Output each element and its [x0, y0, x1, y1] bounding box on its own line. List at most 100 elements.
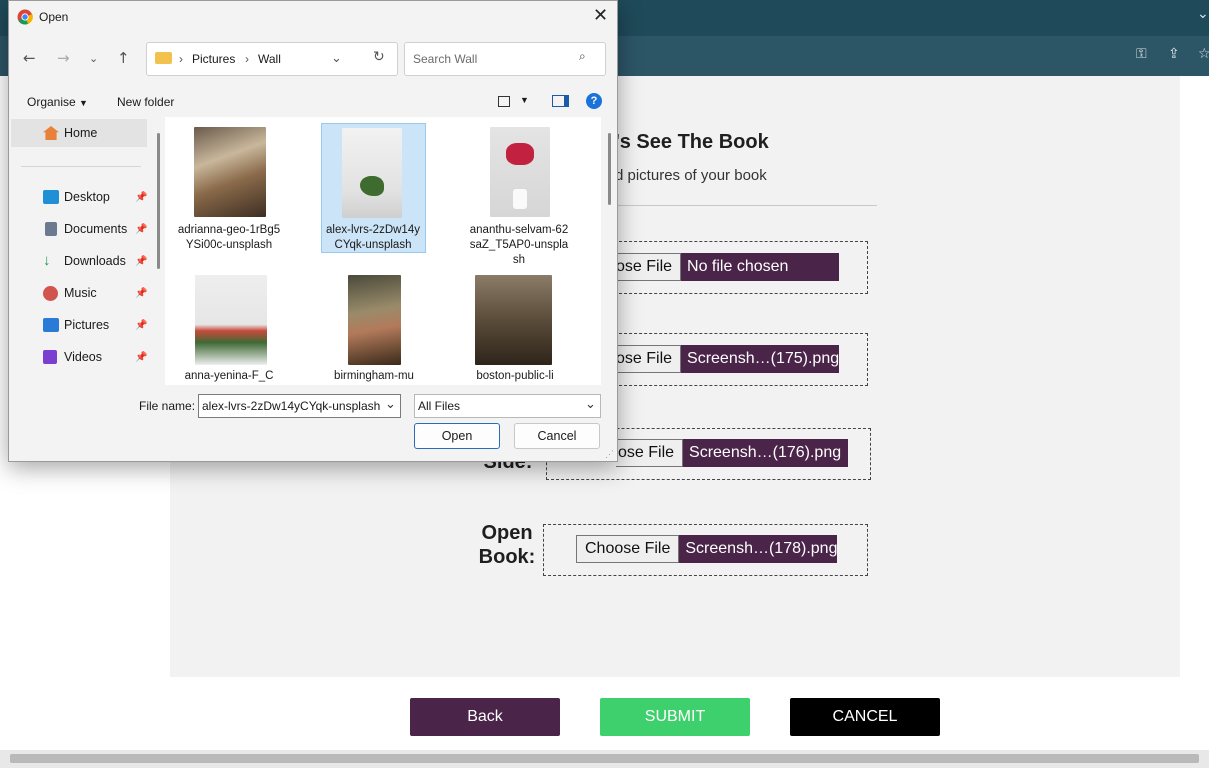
sidebar-item-music[interactable]: Music 📌 — [11, 279, 147, 307]
address-dropdown-icon[interactable]: ⌄ — [331, 50, 342, 66]
up-arrow-icon[interactable]: ↑ — [117, 49, 130, 67]
file-type-value: All Files — [418, 399, 461, 413]
form-subheading: d pictures of your book — [615, 167, 767, 184]
sidebar-scrollbar[interactable] — [157, 133, 160, 269]
form-heading: 's See The Book — [615, 131, 769, 153]
file-tile[interactable]: anna-yenina-F_C — [177, 271, 281, 385]
sidebar-item-home[interactable]: Home — [11, 119, 147, 147]
sidebar-item-label: Downloads — [64, 254, 126, 268]
chevron-down-icon[interactable]: ⌄ — [385, 396, 396, 412]
file-input-1[interactable]: ose File No file chosen — [614, 253, 840, 281]
preview-pane-icon[interactable] — [552, 95, 569, 107]
breadcrumb-wall[interactable]: Wall — [258, 52, 281, 66]
resize-grip-icon[interactable]: ⋰ — [605, 449, 614, 460]
home-icon — [43, 126, 59, 140]
back-button[interactable]: Back — [410, 698, 560, 736]
dialog-cancel-button[interactable]: Cancel — [514, 423, 600, 449]
thumbnail-portrait — [475, 275, 552, 365]
thumbnail-painting — [348, 275, 401, 365]
sidebar-item-label: Music — [64, 286, 97, 300]
file-list: adrianna-geo-1rBg5YSi00c-unsplash alex-l… — [165, 117, 601, 385]
music-icon — [43, 285, 58, 301]
dialog-toolbar: Organise ▼ New folder ▼ ? — [9, 89, 617, 115]
file-name-text: Screensh…(178).png — [679, 535, 837, 563]
file-input-3[interactable]: ose File Screensh…(176).png — [616, 439, 849, 467]
file-name-label: alex-lvrs-2zDw14yCYqk-unsplash — [326, 224, 420, 251]
pin-icon[interactable]: 📌 — [135, 288, 147, 299]
file-type-select[interactable]: All Files ⌄ — [414, 394, 601, 418]
file-input-4[interactable]: Choose File Screensh…(178).png — [576, 535, 837, 563]
file-tile[interactable]: ananthu-selvam-62saZ_T5AP0-unsplash — [463, 123, 568, 266]
help-icon[interactable]: ? — [586, 93, 602, 109]
file-tile[interactable]: birmingham-mu — [322, 271, 426, 385]
plant-leaves-shape — [360, 176, 384, 196]
back-arrow-icon[interactable]: ← — [23, 49, 36, 67]
search-box[interactable]: Search Wall ⌕ — [404, 42, 606, 76]
sidebar-item-documents[interactable]: Documents 📌 — [11, 215, 147, 243]
breadcrumb-pictures[interactable]: Pictures — [192, 52, 235, 66]
chevron-down-icon: ⌄ — [585, 396, 596, 411]
sidebar-item-desktop[interactable]: Desktop 📌 — [11, 183, 147, 211]
view-dropdown-icon[interactable]: ▼ — [520, 95, 529, 105]
file-list-scrollbar[interactable] — [608, 133, 611, 205]
pin-icon[interactable]: 📌 — [135, 192, 147, 203]
organise-menu[interactable]: Organise ▼ — [27, 95, 88, 109]
file-input-2[interactable]: ose File Screensh…(175).png — [614, 345, 839, 373]
close-icon[interactable]: ✕ — [593, 5, 608, 26]
choose-file-button[interactable]: ose File — [616, 439, 684, 467]
submit-button[interactable]: SUBMIT — [600, 698, 750, 736]
red-flowers-shape — [506, 143, 534, 165]
file-name-input[interactable]: alex-lvrs-2zDw14yCYqk-unsplash ⌄ — [198, 394, 401, 418]
address-bar[interactable]: › Pictures › Wall ⌄ ↻ — [146, 42, 398, 76]
scrollbar-thumb[interactable] — [10, 754, 1199, 763]
dropdown-icon: ▼ — [79, 98, 88, 108]
pin-icon[interactable]: 📌 — [135, 256, 147, 267]
refresh-icon[interactable]: ↻ — [373, 49, 385, 65]
file-name-label: adrianna-geo-1rBg5YSi00c-unsplash — [177, 224, 281, 251]
open-button[interactable]: Open — [414, 423, 500, 449]
file-tile[interactable]: boston-public-li — [463, 271, 567, 385]
sidebar-divider — [21, 166, 141, 167]
cancel-button[interactable]: CANCEL — [790, 698, 940, 736]
breadcrumb-separator-icon: › — [245, 52, 249, 66]
view-mode-icon[interactable] — [498, 96, 510, 107]
sidebar-item-videos[interactable]: Videos 📌 — [11, 343, 147, 371]
pin-icon[interactable]: 📌 — [135, 224, 147, 235]
choose-file-button[interactable]: ose File — [614, 253, 682, 281]
pin-icon[interactable]: 📌 — [135, 320, 147, 331]
sidebar-item-label: Home — [64, 126, 98, 140]
videos-icon — [43, 350, 57, 364]
search-icon: ⌕ — [579, 49, 586, 63]
choose-file-button[interactable]: Choose File — [576, 535, 680, 563]
new-folder-button[interactable]: New folder — [117, 95, 174, 109]
file-name-text: Screensh…(176).png — [683, 439, 849, 467]
file-name-field-label: File name: — [139, 399, 196, 413]
share-icon[interactable]: ⇪ — [1168, 46, 1180, 62]
organise-label: Organise — [27, 95, 76, 109]
choose-file-button[interactable]: ose File — [614, 345, 682, 373]
file-tile-selected[interactable]: alex-lvrs-2zDw14yCYqk-unsplash — [321, 123, 426, 253]
file-tile[interactable]: adrianna-geo-1rBg5YSi00c-unsplash — [177, 123, 281, 253]
file-name-input-value: alex-lvrs-2zDw14yCYqk-unsplash — [202, 399, 381, 413]
star-icon[interactable]: ☆ — [1198, 46, 1209, 62]
search-input[interactable]: Search Wall — [413, 52, 477, 66]
pin-icon[interactable]: 📌 — [135, 352, 147, 363]
chevron-down-icon[interactable]: ⌄ — [1197, 6, 1209, 22]
breadcrumb-separator-icon: › — [179, 52, 183, 66]
chrome-logo-icon — [17, 9, 33, 25]
file-name-label: ananthu-selvam-62saZ_T5AP0-unsplash — [469, 224, 569, 266]
heading-divider — [615, 205, 877, 206]
key-icon[interactable]: ⚿ — [1136, 46, 1147, 62]
forward-arrow-icon[interactable]: → — [57, 49, 70, 67]
open-file-dialog: Open ✕ ← → ⌄ ↑ › Pictures › Wall ⌄ ↻ Sea… — [8, 0, 618, 462]
recent-locations-chevron-icon[interactable]: ⌄ — [89, 52, 98, 65]
sidebar-item-label: Pictures — [64, 318, 110, 332]
folder-icon — [155, 52, 172, 64]
navigation-pane: Home Desktop 📌 Documents 📌 ↓ Downloads 📌… — [11, 117, 160, 385]
sidebar-item-pictures[interactable]: Pictures 📌 — [11, 311, 147, 339]
file-name-text: No file chosen — [681, 253, 840, 281]
sidebar-item-label: Documents — [64, 222, 128, 236]
documents-icon — [45, 222, 57, 236]
dialog-title: Open — [39, 10, 69, 24]
sidebar-item-downloads[interactable]: ↓ Downloads 📌 — [11, 247, 147, 275]
